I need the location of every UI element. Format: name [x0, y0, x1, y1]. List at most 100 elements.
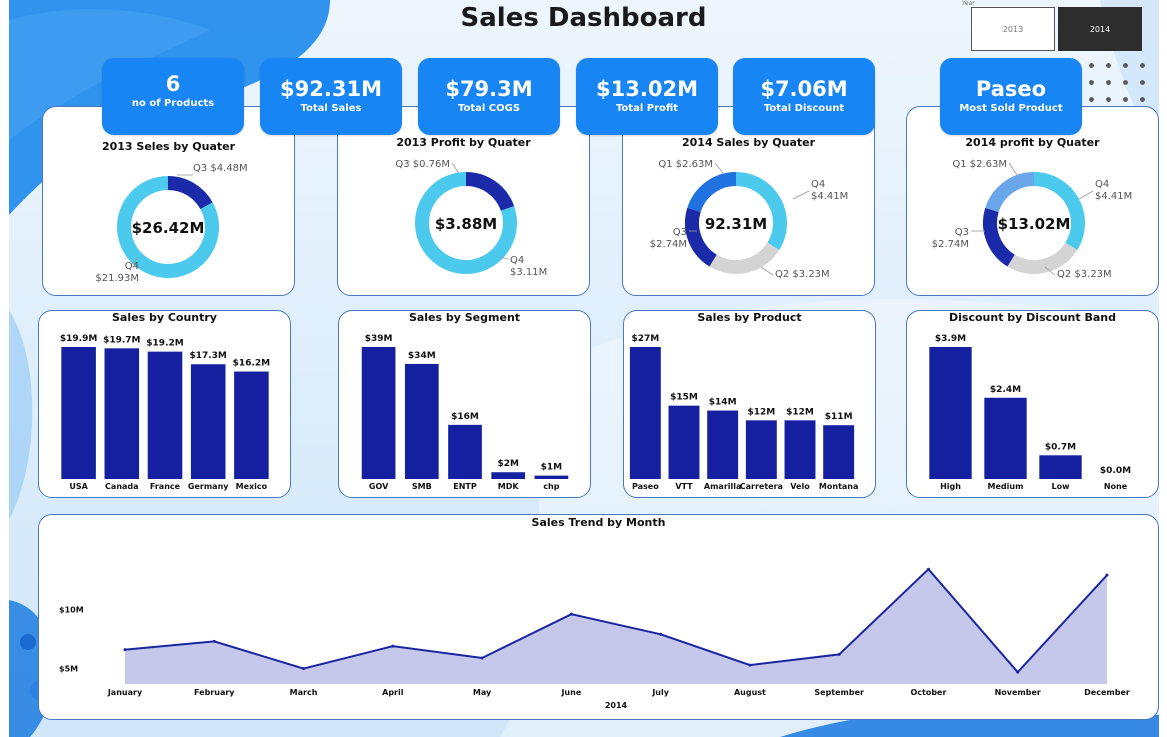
bar-low[interactable] — [1039, 455, 1082, 479]
bar-vtt[interactable] — [668, 405, 700, 479]
card-sales-by-product: Sales by Product $27M Paseo $15M VTT $14M Ama… — [623, 310, 876, 498]
donut-center-label: 92.31M — [705, 215, 767, 233]
bar-paseo[interactable] — [629, 347, 661, 479]
donut-slice-q3[interactable] — [465, 172, 515, 212]
bar-category-label: Carretera — [740, 482, 783, 491]
bar-france[interactable] — [147, 351, 183, 479]
kpi-value: $7.06M — [760, 77, 848, 101]
kpi-value: 6 — [165, 72, 181, 96]
data-point-april[interactable] — [391, 644, 395, 648]
bar-chart-discount-by-band: $3.9M High $2.4M Medium $0.7M Low $0.0M None — [929, 334, 1131, 491]
bar-mexico[interactable] — [234, 371, 269, 479]
bar-category-label: MDK — [498, 482, 520, 491]
bar-category-label: None — [1104, 482, 1128, 491]
bar-category-label: Germany — [188, 482, 229, 491]
data-point-january[interactable] — [123, 648, 127, 652]
kpi-label: Total COGS — [457, 103, 521, 114]
kpi-card-total-sales: $92.31M Total Sales — [260, 58, 402, 135]
donut-chart-2014-sales: Q4 $4.41M Q2 $3.23M Q3 $2.74M Q1 $2.63M 92.31M — [650, 159, 849, 280]
slice-leader-line — [1008, 162, 1018, 176]
kpi-label: Most Sold Product — [959, 103, 1063, 114]
slice-label: Q3 $2.74M — [932, 227, 969, 250]
bar-category-label: Low — [1052, 482, 1071, 491]
x-tick-label: August — [734, 688, 766, 697]
data-point-may[interactable] — [480, 656, 484, 660]
donut-slice-q4[interactable] — [735, 172, 787, 251]
bar-usa[interactable] — [61, 347, 96, 479]
data-point-february[interactable] — [212, 639, 216, 643]
slice-label: Q3 $4.48M — [193, 163, 248, 174]
donut-slice-q2[interactable] — [1007, 242, 1078, 274]
bar-montana[interactable] — [823, 425, 855, 479]
bar-velo[interactable] — [784, 420, 816, 479]
donut-chart-2014-profit: Q4 $4.41M Q2 $3.23M Q3 $2.74M Q1 $2.63M $13.02… — [932, 159, 1133, 280]
bar-medium[interactable] — [984, 397, 1027, 479]
bar-category-label: USA — [69, 482, 88, 491]
x-tick-label: September — [814, 688, 864, 697]
bar-carretera[interactable] — [745, 420, 777, 479]
bar-category-label: France — [150, 482, 181, 491]
donut-chart-2013-sales: Q3 $4.48M Q4 $21.93M $26.42M — [95, 163, 248, 284]
x-tick-label: February — [194, 688, 235, 697]
x-tick-label: June — [560, 688, 581, 697]
kpi-card-total-profit: $13.02M Total Profit — [576, 58, 718, 135]
bar-category-label: Canada — [105, 482, 139, 491]
bar-category-label: VTT — [675, 482, 693, 491]
bar-mdk[interactable] — [491, 472, 526, 479]
data-point-september[interactable] — [837, 652, 841, 656]
bar-canada[interactable] — [104, 348, 140, 479]
data-point-october[interactable] — [926, 567, 930, 571]
kpi-card-products: 6 no of Products — [102, 58, 244, 135]
bar-germany[interactable] — [190, 364, 226, 479]
donut-slice-q3[interactable] — [167, 176, 213, 210]
data-point-july[interactable] — [659, 632, 663, 636]
kpi-label: no of Products — [131, 98, 215, 109]
x-axis-label: 2014 — [605, 701, 628, 710]
bar-value-label: $11M — [825, 412, 853, 422]
bar-category-label: High — [940, 482, 961, 491]
bar-value-label: $39M — [365, 334, 393, 344]
bar-category-label: Medium — [988, 482, 1024, 491]
bar-category-label: Montana — [819, 482, 858, 491]
data-point-december[interactable] — [1105, 573, 1109, 577]
kpi-value: $92.31M — [280, 77, 382, 101]
data-point-august[interactable] — [748, 663, 752, 667]
bar-entp[interactable] — [448, 424, 482, 479]
slice-label: Q1 $2.63M — [952, 159, 1007, 170]
bar-gov[interactable] — [361, 347, 396, 479]
kpi-card-most-sold-product: Paseo Most Sold Product — [940, 58, 1082, 135]
data-point-june[interactable] — [569, 612, 573, 616]
bar-smb[interactable] — [404, 363, 439, 479]
bar-value-label: $19.2M — [146, 339, 183, 349]
donut-slice-q2[interactable] — [709, 242, 780, 274]
data-point-march[interactable] — [302, 667, 306, 671]
bar-value-label: $27M — [631, 334, 659, 344]
x-tick-label: January — [107, 688, 143, 697]
x-tick-label: October — [910, 688, 946, 697]
year-option-2013[interactable]: 2013 — [971, 7, 1055, 51]
bar-category-label: chp — [543, 482, 559, 491]
bar-value-label: $14M — [709, 398, 737, 408]
area-fill — [125, 569, 1107, 684]
bar-category-label: SMB — [412, 482, 432, 491]
card-sales-by-segment: Sales by Segment $39M GOV $34M SMB $16M ENTP $… — [338, 310, 591, 498]
bar-amarilla[interactable] — [707, 410, 739, 479]
bar-category-label: GOV — [369, 482, 389, 491]
x-tick-label: April — [382, 688, 404, 697]
bar-value-label: $17.3M — [189, 351, 226, 361]
bar-chart-sales-by-country: $19.9M USA $19.7M Canada $19.2M France $17.3M G… — [60, 334, 270, 491]
year-option-2014[interactable]: 2014 — [1058, 7, 1142, 51]
donut-slice-q1[interactable] — [985, 172, 1035, 213]
data-point-november[interactable] — [1016, 670, 1020, 674]
donut-slice-q4[interactable] — [1033, 172, 1085, 251]
bar-chp[interactable] — [534, 475, 569, 479]
donut-slice-q1[interactable] — [687, 172, 737, 213]
kpi-value: $13.02M — [596, 77, 698, 101]
x-tick-label: March — [290, 688, 318, 697]
bar-value-label: $3.9M — [935, 334, 966, 344]
bar-high[interactable] — [929, 347, 972, 479]
slice-leader-line — [792, 190, 810, 200]
bar-value-label: $34M — [408, 351, 436, 361]
bar-value-label: $0.0M — [1100, 466, 1131, 476]
card-discount-by-band: Discount by Discount Band $3.9M High $2.4M… — [906, 310, 1159, 498]
